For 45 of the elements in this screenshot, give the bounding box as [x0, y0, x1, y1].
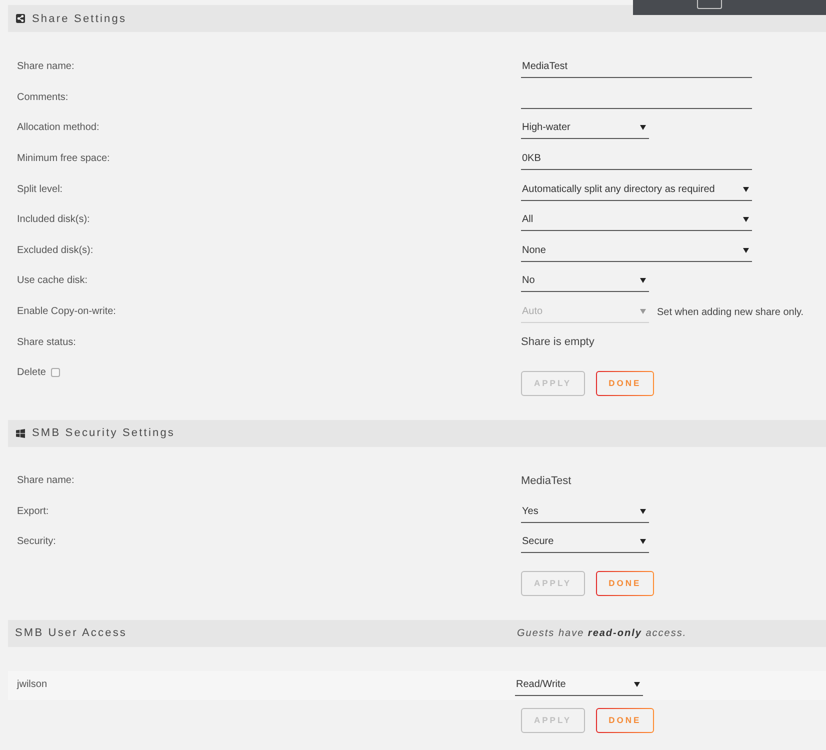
dropdown[interactable]: No — [521, 270, 649, 292]
dropdown[interactable]: Yes — [521, 500, 649, 523]
share-icon — [16, 14, 25, 23]
field-label: Split level: — [17, 184, 63, 196]
field-label: Comments: — [17, 92, 68, 104]
section-title: SMB User Access — [15, 627, 128, 640]
field-label: Use cache disk: — [17, 275, 88, 288]
caret-icon — [640, 539, 646, 544]
field-label: Export: — [17, 506, 49, 518]
section-title: SMB Security Settings — [32, 427, 176, 440]
user-name: jwilson — [17, 679, 48, 692]
value-text: Share is empty — [521, 336, 594, 350]
caret-icon — [640, 508, 646, 514]
dropdown[interactable]: All — [521, 209, 752, 232]
caret-icon — [743, 217, 749, 222]
field-label: Excluded disk(s): — [17, 244, 94, 257]
dropdown[interactable]: Read/Write — [515, 674, 643, 696]
field-label: Enable Copy-on-write: — [17, 306, 116, 318]
dropdown[interactable]: Automatically split any directory as required — [521, 178, 752, 201]
text-field[interactable]: MediaTest — [521, 56, 752, 78]
caret-icon — [640, 278, 646, 284]
caret-icon — [743, 186, 749, 192]
header-note: Guests have read-only access. — [517, 628, 687, 639]
caret-icon — [640, 125, 646, 130]
text-field[interactable]: 0KB — [521, 148, 752, 170]
field-label: Share name: — [17, 61, 74, 74]
field-label: Share name: — [17, 475, 74, 488]
field-label: Share status: — [17, 336, 76, 349]
dropdown[interactable]: High-water — [521, 117, 649, 140]
caret-icon — [640, 309, 646, 314]
field-label: Allocation method: — [17, 122, 100, 134]
hint-text: Set when adding new share only. — [657, 306, 804, 318]
field-label: Included disk(s): — [17, 214, 90, 226]
field-label: Delete — [17, 366, 46, 379]
field-label: Minimum free space: — [17, 153, 110, 166]
field-label: Security: — [17, 536, 56, 548]
dropdown[interactable]: Secure — [521, 531, 649, 554]
dropdown[interactable]: None — [521, 240, 752, 262]
caret-icon — [634, 682, 640, 688]
key-frame-icon — [697, 0, 722, 9]
section-title: Share Settings — [32, 12, 127, 24]
caret-icon — [743, 248, 749, 253]
checkbox[interactable] — [50, 368, 60, 378]
windows-icon — [16, 428, 25, 438]
value-text: MediaTest — [521, 474, 572, 488]
